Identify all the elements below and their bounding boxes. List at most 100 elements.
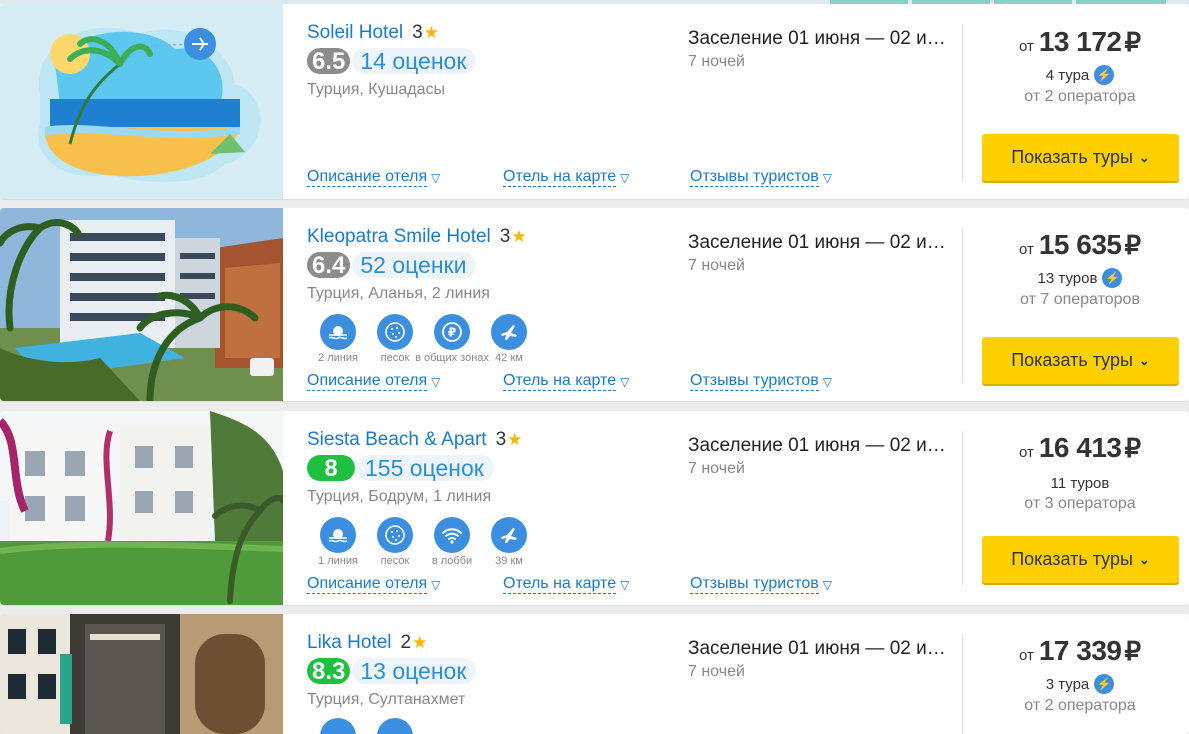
description-toggle[interactable]: Описание отеля ▽: [307, 168, 503, 187]
description-link[interactable]: Описание отеля: [307, 168, 428, 187]
price-from: от: [1018, 444, 1034, 461]
hotel-location: Турция, Султанахмет: [307, 691, 466, 708]
map-link[interactable]: Отель на карте: [503, 575, 617, 594]
reviews-link[interactable]: Отзывы туристов: [690, 372, 819, 391]
price-block: от 15 635 ₽ 13 туров ⚡ от 7 операторов: [980, 229, 1180, 309]
column-divider: [962, 228, 963, 383]
price-value: 16 413: [1038, 432, 1122, 463]
hotel-location: Турция, Бодрум, 1 линия: [307, 488, 492, 505]
tours-count: 3 тура: [1045, 675, 1090, 693]
operators-count: от 3 оператора: [1024, 495, 1136, 512]
chevron-down-icon: ▽: [620, 170, 630, 185]
hotel-card: Soleil Hotel 3 ★ 6.5 14 оценок Турция, Ку…: [0, 4, 1189, 199]
description-toggle[interactable]: Описание отеля ▽: [307, 372, 503, 391]
hotel-links: Описание отеля ▽ Отель на карте ▽ Отзывы т…: [307, 372, 832, 391]
hotel-stars: 2 ★: [401, 632, 428, 654]
hotel-photo[interactable]: [0, 208, 283, 401]
hotel-name-link[interactable]: Siesta Beach & Apart: [307, 429, 487, 451]
map-toggle[interactable]: Отель на карте ▽: [503, 372, 690, 391]
star-icon: ★: [423, 23, 439, 42]
amenity-item: [309, 718, 367, 734]
chevron-down-icon: ▽: [431, 374, 441, 389]
map-link[interactable]: Отель на карте: [503, 168, 617, 187]
hotel-info: Siesta Beach & Apart 3 ★ 8 155 оценок Тур…: [307, 427, 677, 506]
chevron-down-icon: ▽: [620, 577, 630, 592]
amenity-item: в лобби: [423, 517, 481, 567]
price-block: от 17 339 ₽ 3 тура ⚡ от 2 оператора: [980, 635, 1180, 715]
hotel-stars: 3 ★: [412, 22, 439, 44]
nights-count: 7 ночей: [688, 257, 745, 274]
amenity-item: 39 км: [480, 517, 538, 567]
reviews-toggle[interactable]: Отзывы туристов ▽: [690, 575, 832, 594]
description-link[interactable]: Описание отеля: [307, 372, 428, 391]
reviews-count-link[interactable]: 52 оценки: [352, 252, 477, 278]
hotel-photo[interactable]: [0, 4, 283, 199]
amenity-item: 2 линия: [309, 314, 367, 364]
amenity-icon: [320, 718, 356, 734]
paid-icon: ₽: [434, 314, 470, 350]
tours-count: 11 туров: [1050, 475, 1110, 492]
column-divider: [962, 24, 963, 182]
chevron-down-icon: ▽: [822, 577, 832, 592]
show-tours-button[interactable]: Показать туры ⌄: [982, 134, 1179, 181]
reviews-count-link[interactable]: 13 оценок: [352, 658, 477, 684]
chevron-down-icon: ▽: [822, 170, 832, 185]
lightning-icon: ⚡: [1102, 268, 1123, 288]
show-tours-button[interactable]: Показать туры ⌄: [982, 337, 1179, 384]
reviews-toggle[interactable]: Отзывы туристов ▽: [690, 372, 832, 391]
currency-symbol: ₽: [1124, 433, 1142, 463]
hotel-stars: 3 ★: [496, 429, 523, 451]
map-link[interactable]: Отель на карте: [503, 372, 617, 391]
amenity-label: 1 линия: [318, 555, 358, 567]
hotel-links: Описание отеля ▽ Отель на карте ▽ Отзывы т…: [307, 168, 832, 187]
checkin-dates: Заселение 01 июня — 02 июня: [688, 28, 958, 49]
reviews-count-link[interactable]: 14 оценок: [352, 48, 477, 74]
sand-icon: [377, 517, 413, 553]
amenities-list: [309, 718, 423, 734]
airport-icon: [491, 314, 527, 350]
svg-text:₽: ₽: [448, 326, 456, 340]
reviews-link[interactable]: Отзывы туристов: [690, 168, 819, 187]
checkin-dates: Заселение 01 июня — 02 июня: [688, 638, 958, 659]
amenity-item: 1 линия: [309, 517, 367, 567]
price-from: от: [1018, 241, 1034, 258]
description-link[interactable]: Описание отеля: [307, 575, 428, 594]
hotel-name-link[interactable]: Kleopatra Smile Hotel: [307, 226, 491, 248]
hotel-card: Lika Hotel 2 ★ 8.3 13 оценок Турция, Султ…: [0, 614, 1189, 734]
column-divider: [962, 431, 963, 586]
reviews-count-link[interactable]: 155 оценок: [357, 455, 494, 481]
price-value: 15 635: [1038, 229, 1122, 260]
star-icon: ★: [507, 430, 523, 449]
hotel-photo[interactable]: [0, 411, 283, 605]
price-value: 17 339: [1038, 635, 1122, 666]
chevron-down-icon: ▽: [431, 577, 441, 592]
hotel-name-link[interactable]: Lika Hotel: [307, 632, 392, 654]
rating-score: 8.3: [307, 658, 351, 685]
hotel-photo[interactable]: [0, 614, 283, 734]
reviews-toggle[interactable]: Отзывы туристов ▽: [690, 168, 832, 187]
checkin-dates: Заселение 01 июня — 02 июня: [688, 435, 958, 456]
hotel-card: Kleopatra Smile Hotel 3 ★ 6.4 52 оценки Т…: [0, 208, 1189, 401]
reviews-link[interactable]: Отзывы туристов: [690, 575, 819, 594]
beach-line-icon: [320, 314, 356, 350]
hotel-info: Lika Hotel 2 ★ 8.3 13 оценок Турция, Султ…: [307, 630, 677, 709]
airport-icon: [491, 517, 527, 553]
price-from: от: [1018, 647, 1034, 664]
amenity-item: [366, 718, 424, 734]
amenity-label: 2 линия: [318, 352, 358, 364]
star-icon: ★: [412, 633, 428, 652]
hotel-info: Soleil Hotel 3 ★ 6.5 14 оценок Турция, Ку…: [307, 20, 677, 99]
amenity-label: в общих зонах: [415, 352, 489, 364]
chevron-down-icon: ⌄: [1138, 551, 1150, 567]
hotel-name-link[interactable]: Soleil Hotel: [307, 22, 403, 44]
lightning-icon: ⚡: [1094, 674, 1115, 694]
map-toggle[interactable]: Отель на карте ▽: [503, 168, 690, 187]
amenity-item: 42 км: [480, 314, 538, 364]
description-toggle[interactable]: Описание отеля ▽: [307, 575, 503, 594]
show-tours-button[interactable]: Показать туры ⌄: [982, 536, 1179, 583]
hotel-location: Турция, Кушадасы: [307, 81, 446, 98]
map-toggle[interactable]: Отель на карте ▽: [503, 575, 690, 594]
amenity-label: песок: [380, 352, 410, 364]
nights-count: 7 ночей: [688, 460, 745, 477]
currency-symbol: ₽: [1124, 230, 1142, 260]
